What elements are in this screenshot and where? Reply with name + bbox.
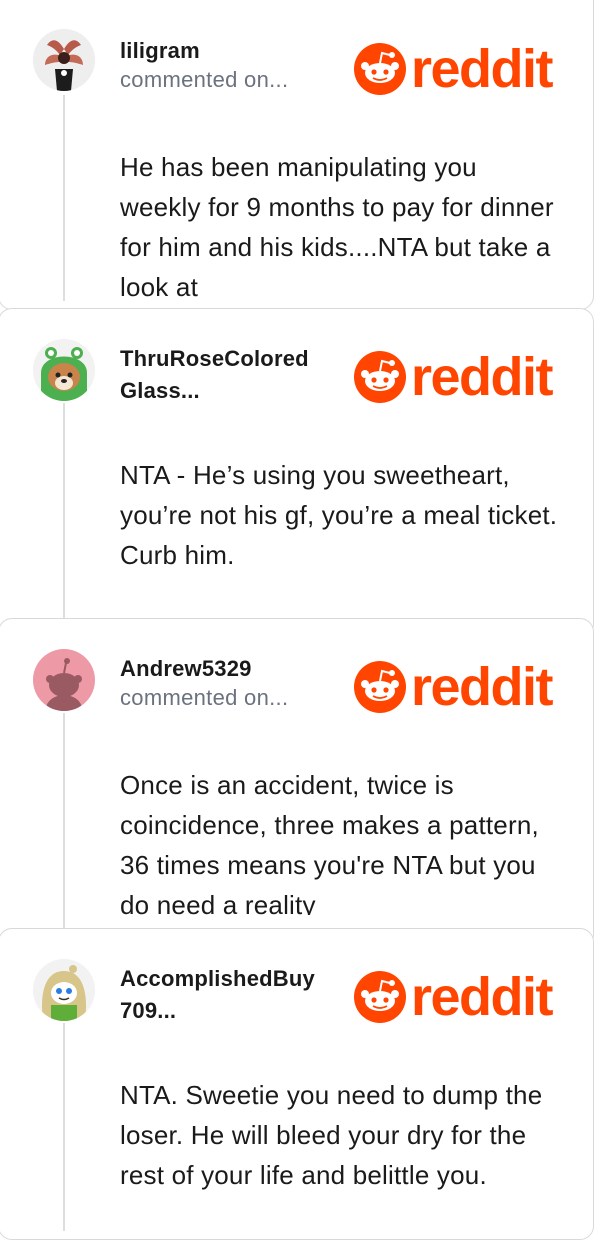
thread-line xyxy=(63,713,65,939)
reddit-logo[interactable]: reddit xyxy=(353,347,567,407)
blonde-snoo-avatar-icon xyxy=(33,959,95,1021)
comment-card[interactable]: ThruRoseColored Glass... reddit NTA - He… xyxy=(0,308,594,638)
thread-line xyxy=(63,1023,65,1231)
reddit-logo[interactable]: reddit xyxy=(353,657,567,717)
comment-body: NTA. Sweetie you need to dump the loser.… xyxy=(120,1080,543,1190)
reddit-logo[interactable]: reddit xyxy=(353,967,567,1027)
username[interactable]: AccomplishedBuy 709... xyxy=(120,963,350,1027)
comment-body: Once is an accident, twice is coincidenc… xyxy=(120,770,539,915)
reddit-snoo-icon xyxy=(354,971,406,1023)
thread-line xyxy=(63,95,65,301)
reddit-wordmark: reddit xyxy=(411,39,554,99)
username[interactable]: Andrew5329 xyxy=(120,653,350,685)
username[interactable]: ThruRoseColored Glass... xyxy=(120,343,350,407)
comment-card[interactable]: Andrew5329 commented on... reddit Once i… xyxy=(0,618,594,948)
demogorgon-avatar-icon xyxy=(33,29,95,91)
default-snoo-avatar-icon xyxy=(33,649,95,711)
comment-meta: commented on... xyxy=(120,685,289,710)
avatar[interactable] xyxy=(33,959,95,1021)
reddit-wordmark: reddit xyxy=(411,657,554,717)
comment-meta: commented on... xyxy=(120,67,289,92)
avatar[interactable] xyxy=(33,339,95,401)
avatar[interactable] xyxy=(33,649,95,711)
comment-card[interactable]: AccomplishedBuy 709... reddit NTA. Sweet… xyxy=(0,928,594,1240)
comment-card[interactable]: liligram commented on... reddit He has b… xyxy=(0,0,594,310)
avatar[interactable] xyxy=(33,29,95,91)
reddit-snoo-icon xyxy=(354,43,406,95)
comment-body: He has been manipulating you weekly for … xyxy=(120,152,554,302)
username[interactable]: liligram xyxy=(120,35,350,67)
reddit-snoo-icon xyxy=(354,351,406,403)
green-hood-dog-avatar-icon xyxy=(33,339,95,401)
thread-line xyxy=(63,403,65,629)
comment-body: NTA - He’s using you sweetheart, you’re … xyxy=(120,460,558,570)
reddit-wordmark: reddit xyxy=(411,967,554,1027)
reddit-wordmark: reddit xyxy=(411,347,554,407)
reddit-logo[interactable]: reddit xyxy=(353,39,567,99)
reddit-snoo-icon xyxy=(354,661,406,713)
